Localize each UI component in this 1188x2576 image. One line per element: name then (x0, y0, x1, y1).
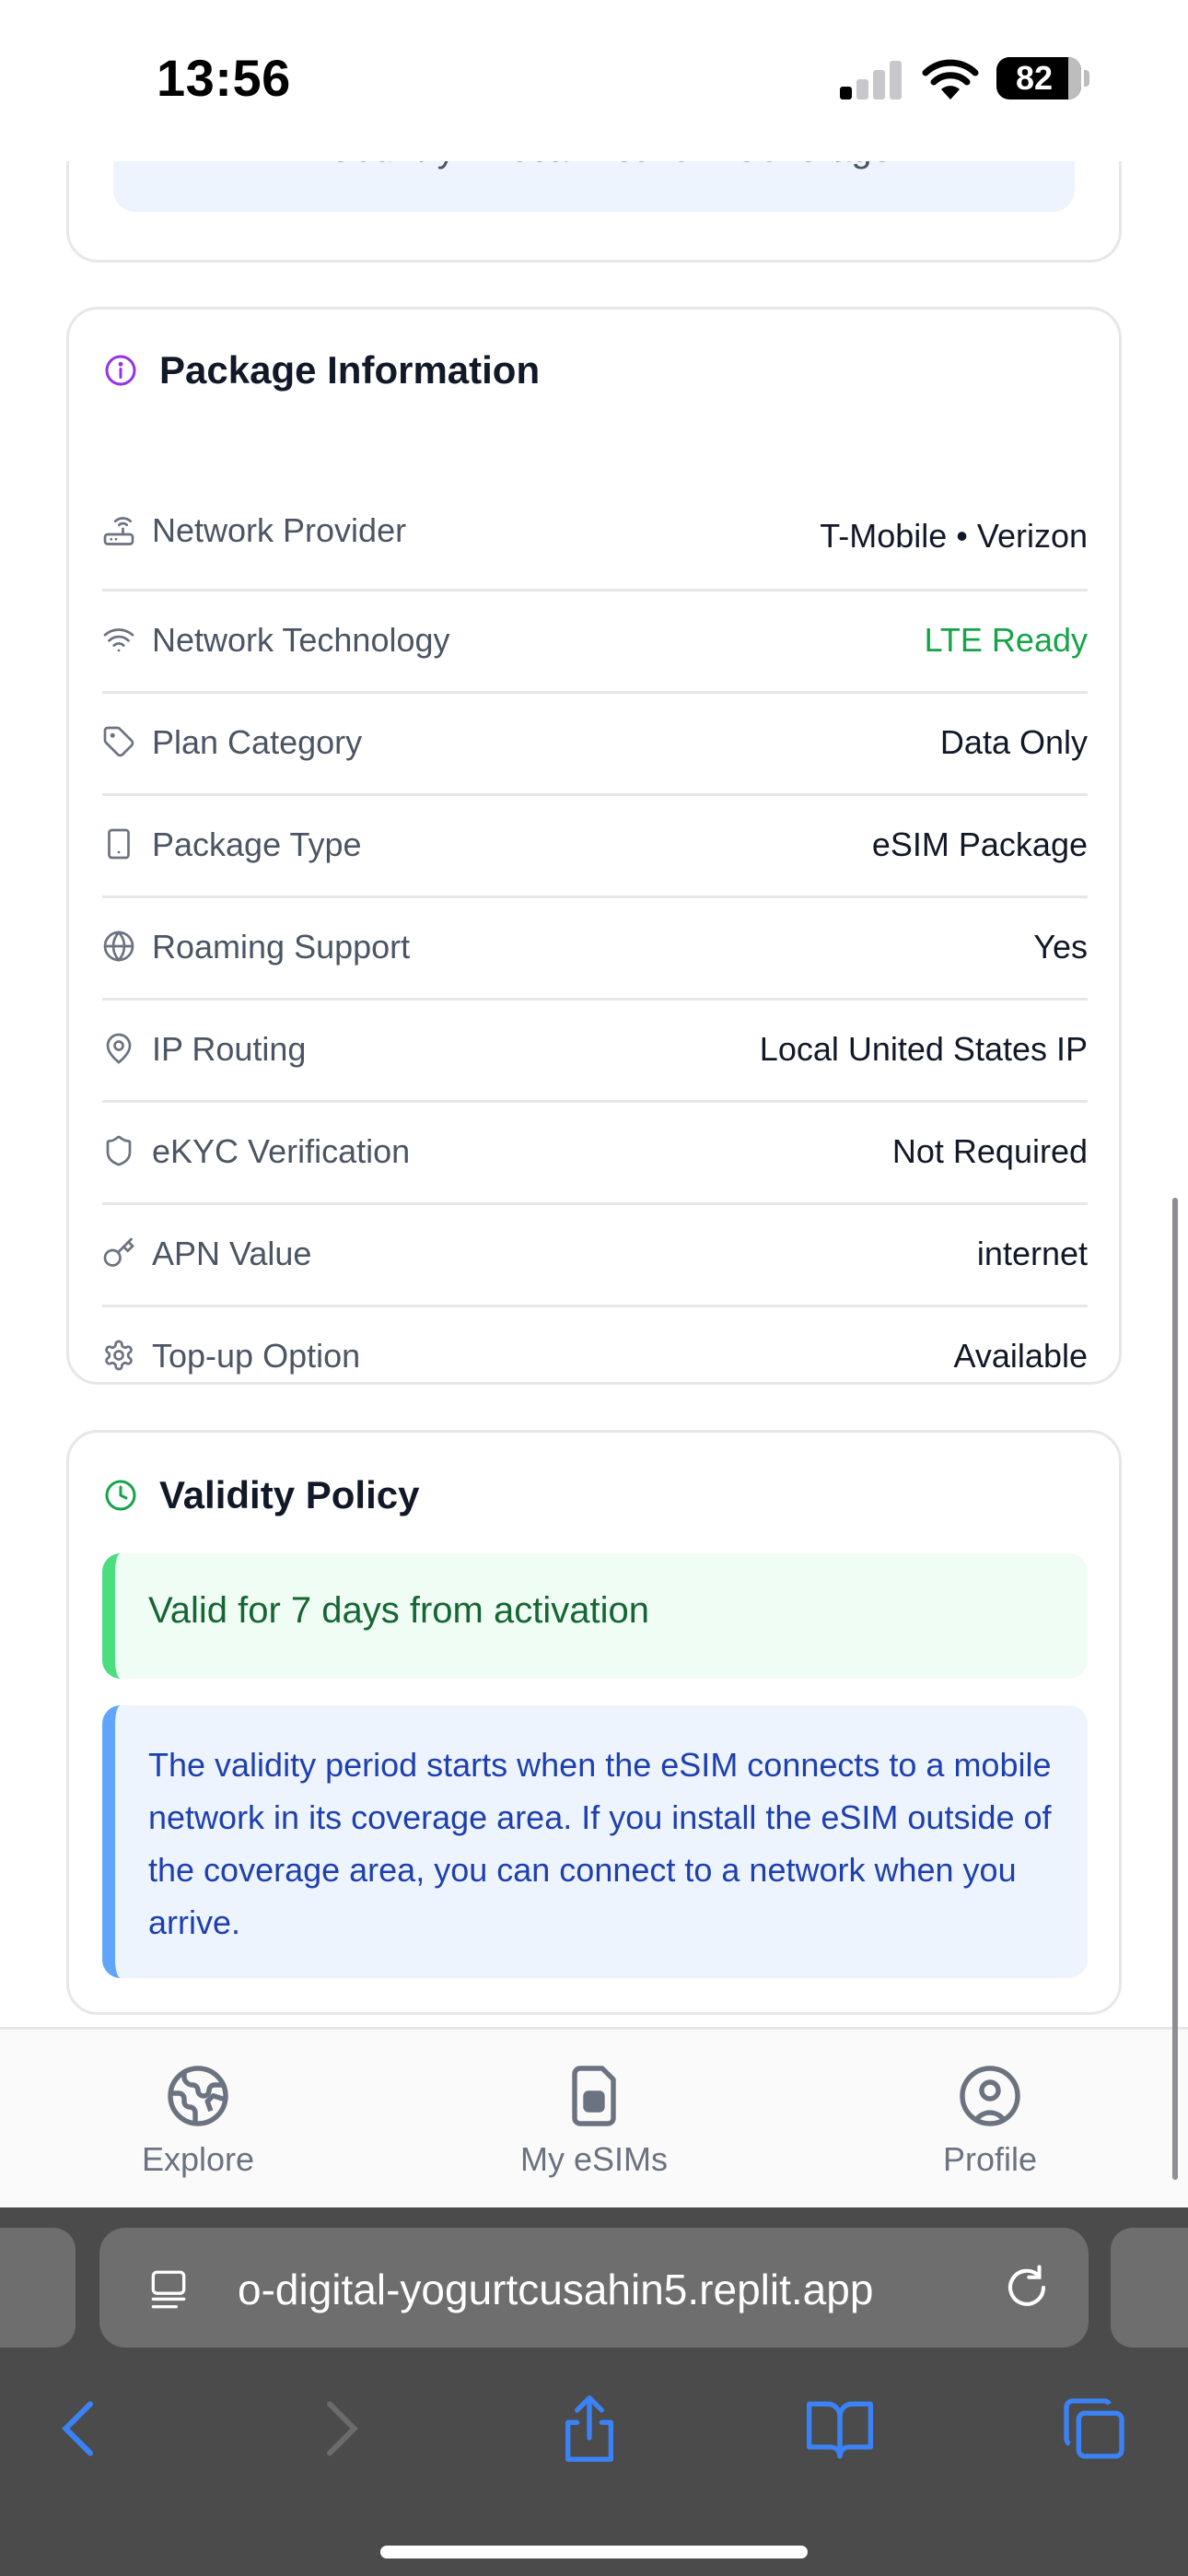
tab-explore[interactable]: Explore (60, 2030, 336, 2210)
row-value: Local United States IP (759, 1030, 1088, 1068)
map-pin-icon (106, 1033, 132, 1064)
row-value: eSIM Package (871, 825, 1088, 863)
wifi-icon (922, 59, 979, 100)
info-icon (105, 355, 136, 386)
battery-icon: 82 (996, 57, 1081, 100)
row-ip-routing: IP Routing Local United States IP (102, 1001, 1088, 1103)
validity-policy-title: Validity Policy (159, 1473, 420, 1516)
sim-card-icon (572, 2066, 616, 2126)
row-ekyc-verification: eKYC Verification Not Required (102, 1103, 1088, 1205)
reload-icon[interactable] (1002, 2263, 1052, 2313)
row-value: internet (976, 1235, 1088, 1272)
row-plan-category: Plan Category Data Only (102, 694, 1088, 796)
globe-icon (103, 931, 134, 962)
bookmarks-icon[interactable] (803, 2392, 877, 2465)
row-label: eKYC Verification (152, 1132, 411, 1170)
row-label: Network Provider (152, 511, 407, 549)
row-label: APN Value (152, 1235, 312, 1272)
status-bar: 13:56 82 (0, 0, 1188, 161)
share-icon[interactable] (553, 2392, 626, 2465)
page-scrollbar[interactable] (1172, 1198, 1178, 2180)
user-circle-icon (960, 2066, 1020, 2126)
validity-note: The validity period starts when the eSIM… (102, 1705, 1088, 1978)
row-value: T-Mobile • Verizon (820, 517, 1088, 555)
home-indicator[interactable] (380, 2546, 808, 2558)
validity-highlight-text: Valid for 7 days from activation (148, 1590, 649, 1631)
row-label: IP Routing (152, 1030, 307, 1068)
forward-icon[interactable] (302, 2392, 376, 2465)
url-text[interactable]: o-digital-yogurtcusahin5.replit.app (238, 2265, 984, 2314)
wifi-icon (103, 628, 134, 652)
row-apn-value: APN Value internet (102, 1205, 1088, 1307)
row-label: Package Type (152, 825, 362, 863)
tabs-icon[interactable] (1057, 2392, 1131, 2465)
row-value: Data Only (939, 723, 1088, 761)
router-icon (103, 517, 134, 545)
row-package-type: Package Type eSIM Package (102, 796, 1088, 898)
shield-icon (106, 1135, 132, 1166)
globe-icon (168, 2066, 228, 2126)
package-info-card: Package Information Network Provider T-M… (66, 307, 1122, 1385)
row-topup-option: Top-up Option Available (102, 1307, 1088, 1410)
tab-profile[interactable]: Profile (852, 2030, 1128, 2210)
cellular-signal-icon (840, 59, 903, 100)
validity-policy-card: Validity Policy Valid for 7 days from ac… (66, 1430, 1122, 2015)
browser-address-area: o-digital-yogurtcusahin5.replit.app (0, 2207, 1188, 2355)
battery-level: 82 (1015, 59, 1054, 97)
row-value: Available (953, 1337, 1088, 1375)
key-icon (103, 1237, 134, 1267)
status-time: 13:56 (157, 49, 291, 107)
row-network-provider: Network Provider T-Mobile • Verizon (102, 478, 1088, 591)
row-label: Top-up Option (152, 1337, 361, 1375)
tab-label: Explore (141, 2140, 255, 2178)
address-bar[interactable]: o-digital-yogurtcusahin5.replit.app (99, 2228, 1089, 2348)
back-icon[interactable] (44, 2392, 118, 2465)
tab-my-esims[interactable]: My eSIMs (456, 2030, 732, 2210)
next-tab-preview[interactable] (1111, 2228, 1188, 2348)
validity-note-text: The validity period starts when the eSIM… (148, 1746, 1052, 1941)
validity-highlight: Valid for 7 days from activation (102, 1553, 1088, 1679)
row-value: Not Required (891, 1132, 1088, 1170)
row-label: Network Technology (152, 621, 450, 659)
tab-label: Profile (942, 2140, 1038, 2178)
row-value: Yes (1033, 928, 1088, 966)
tag-icon (103, 726, 134, 757)
row-label: Roaming Support (152, 928, 411, 966)
row-label: Plan Category (152, 723, 363, 761)
bottom-tab-bar: Explore My eSIMs Profile (0, 2027, 1188, 2207)
row-network-technology: Network Technology LTE Ready (102, 591, 1088, 694)
package-info-title: Package Information (159, 348, 541, 392)
tab-label: My eSIMs (519, 2140, 668, 2178)
smartphone-icon (108, 828, 130, 860)
package-info-list: Network Provider T-Mobile • Verizon Netw… (102, 478, 1088, 1410)
page-content: 1 Country • Local Network Coverage Packa… (0, 0, 1188, 2027)
row-roaming-support: Roaming Support Yes (102, 898, 1088, 1001)
previous-tab-preview[interactable] (0, 2228, 76, 2348)
page-menu-icon[interactable] (146, 2266, 192, 2313)
browser-toolbar (0, 2355, 1188, 2576)
clock-icon (105, 1480, 136, 1511)
row-value: LTE Ready (924, 621, 1088, 659)
gear-icon (105, 1340, 133, 1371)
